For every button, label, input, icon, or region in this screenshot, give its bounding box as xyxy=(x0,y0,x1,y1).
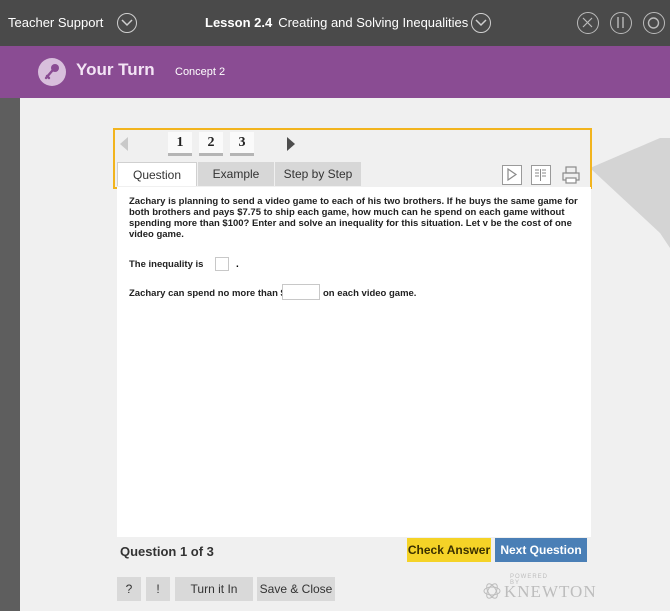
question-progress: Question 1 of 3 xyxy=(120,544,214,559)
section-title: Your Turn xyxy=(76,60,155,79)
section-subtitle: Concept 2 xyxy=(175,66,226,78)
callout-beam xyxy=(590,138,670,248)
question-panel: Zachary is planning to send a video game… xyxy=(117,187,591,537)
save-close-button[interactable]: Save & Close xyxy=(257,577,335,601)
hint-button[interactable]: ! xyxy=(146,577,170,601)
power-icon[interactable] xyxy=(643,12,665,34)
toolbar-highlight-box xyxy=(113,128,592,189)
lesson-menu-chevron-icon[interactable] xyxy=(471,13,491,33)
knewton-wordmark: KNEWTON xyxy=(504,582,597,601)
next-question-button[interactable]: Next Question xyxy=(495,538,587,562)
knewton-logo-icon xyxy=(483,583,501,599)
help-button[interactable]: ? xyxy=(117,577,141,601)
spend-label: Zachary can spend no more than $ xyxy=(129,288,286,299)
question-footer: Question 1 of 3 Check Answer Next Questi… xyxy=(113,537,590,565)
info-icon[interactable] xyxy=(610,12,632,34)
key-icon xyxy=(38,58,66,86)
turn-it-in-button[interactable]: Turn it In xyxy=(175,577,253,601)
lesson-number: Lesson 2.4 xyxy=(205,15,273,30)
chevron-down-icon[interactable] xyxy=(117,13,137,33)
top-bar: Teacher Support Lesson 2.4 Creating and S… xyxy=(0,0,670,46)
check-answer-button[interactable]: Check Answer xyxy=(407,538,491,562)
spend-suffix: on each video game. xyxy=(323,288,417,299)
lesson-name: Creating and Solving Inequalities xyxy=(278,15,469,30)
section-header: Your Turn Concept 2 xyxy=(0,46,670,98)
inequality-period: . xyxy=(236,259,239,270)
question-text: Zachary is planning to send a video game… xyxy=(129,196,578,240)
inequality-label: The inequality is xyxy=(129,259,204,270)
lesson-title: Lesson 2.4 Creating and Solving Inequalit… xyxy=(205,15,468,30)
spend-input[interactable] xyxy=(282,284,320,300)
fullscreen-icon[interactable] xyxy=(577,12,599,34)
inequality-input[interactable] xyxy=(215,257,229,271)
teacher-support-label[interactable]: Teacher Support xyxy=(8,15,103,30)
